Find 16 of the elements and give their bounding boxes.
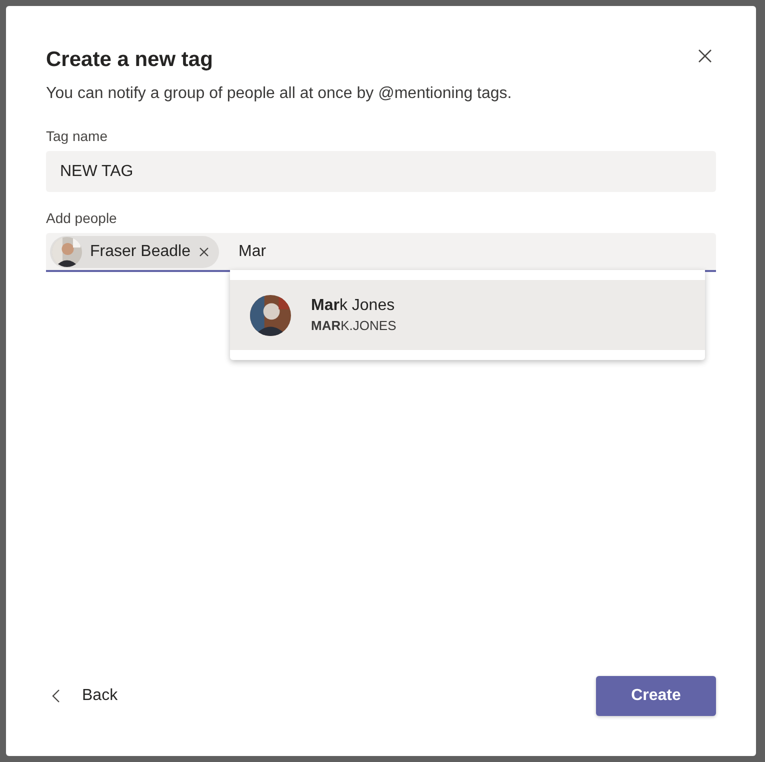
tag-name-field[interactable]: NEW TAG xyxy=(46,151,716,192)
field-label: Tag name xyxy=(46,127,108,146)
remove-icon[interactable] xyxy=(198,246,208,256)
dialog-description: You can notify a group of people all at once by @mentioning tags. xyxy=(46,84,513,104)
field-label: Add people xyxy=(46,209,118,228)
create-button[interactable]: Create xyxy=(596,676,716,716)
person-name: Mark Jones xyxy=(311,296,396,316)
search-text: Mar xyxy=(238,242,266,262)
person-handle: MARK.JONES xyxy=(311,317,396,335)
people-field[interactable]: Fraser Beadle Mar xyxy=(46,233,716,272)
back-button[interactable]: Back xyxy=(46,684,118,708)
suggestion-item[interactable]: Mark Jones MARK.JONES xyxy=(230,280,705,350)
person-chip[interactable]: Fraser Beadle xyxy=(50,236,218,268)
person-name: Fraser Beadle xyxy=(90,242,190,262)
chevron-left-icon xyxy=(52,689,60,703)
dialog-title: Create a new tag xyxy=(46,47,213,73)
